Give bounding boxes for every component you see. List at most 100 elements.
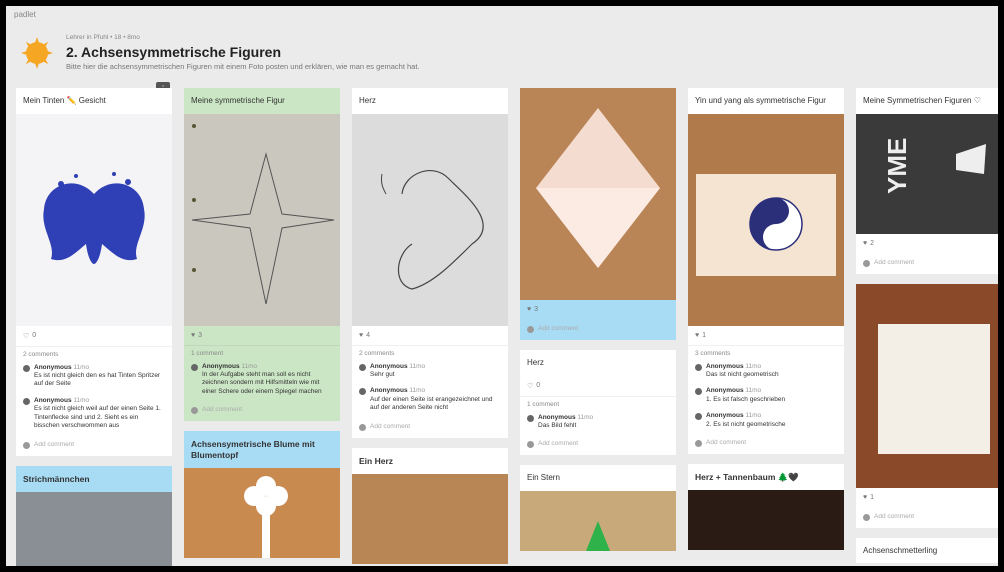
heart-icon[interactable]: ♡ (23, 332, 29, 340)
page-subtitle: Bitte hier die achsensymmetrischen Figur… (66, 62, 420, 71)
post-image[interactable]: YME (856, 113, 998, 234)
comment-time: 11mo (241, 362, 258, 370)
post-image[interactable] (184, 113, 340, 326)
board-meta: Lehrer in Pfuhl • 18 • 8mo (66, 34, 140, 41)
post-card[interactable]: ♥ 3 Add comment (520, 88, 676, 340)
comment: Anonymous 11mo Es ist nicht gleich weil a… (16, 393, 172, 435)
comment-author: Anonymous (706, 412, 744, 420)
post-image[interactable] (856, 283, 998, 488)
heart-icon[interactable]: ♥ (359, 332, 363, 339)
comment-author: Anonymous (706, 362, 744, 370)
post-card[interactable]: Herz ♡ 0 1 comment Anonymous 11mo Das Bild… (520, 350, 676, 456)
column-5: Yin und yang als symmetrische Figur ♥ 1 3… (688, 88, 844, 560)
heart-icon[interactable]: ♥ (863, 494, 867, 501)
post-image[interactable] (184, 467, 340, 558)
post-image[interactable] (688, 113, 844, 326)
comment-count: 2 comments (352, 344, 508, 359)
add-comment-field[interactable]: Add comment (352, 417, 508, 438)
avatar-icon (23, 397, 30, 405)
like-count: 1 (702, 331, 707, 339)
post-card[interactable]: Herz + Tannenbaum 🌲🖤 (688, 464, 844, 551)
add-comment-field[interactable]: Add comment (520, 319, 676, 340)
comment-count: 1 comment (520, 395, 676, 410)
add-comment-field[interactable]: Add comment (16, 435, 172, 456)
heart-icon[interactable]: ♡ (527, 382, 533, 390)
post-card[interactable]: Ein Stern (520, 465, 676, 552)
post-card[interactable]: Achsenschmetterling (856, 537, 998, 564)
svg-text:YME: YME (882, 137, 912, 193)
add-comment-label: Add comment (706, 439, 747, 447)
comment: Anonymous 11mo Es ist nicht gleich den es… (16, 360, 172, 393)
like-row[interactable]: ♥ 3 (184, 326, 340, 345)
add-comment-field[interactable]: Add comment (856, 507, 998, 528)
post-card[interactable]: Herz ♥ 4 2 comments Anonymous 11mo Sehr gu… (352, 88, 508, 438)
post-card[interactable]: Meine symmetrische Figur ♥ 3 1 comment An… (184, 88, 340, 422)
like-count: 0 (536, 382, 541, 390)
star-drawing-image (191, 123, 335, 304)
add-comment-label: Add comment (874, 258, 915, 266)
comment-count: 2 comments (16, 345, 172, 360)
comment-author: Anonymous (370, 362, 408, 370)
avatar-icon (695, 413, 702, 421)
heart-icon[interactable]: ♥ (695, 332, 699, 339)
like-row[interactable]: ♡ 0 (520, 376, 676, 396)
like-row[interactable]: ♥ 1 (688, 326, 844, 345)
comment-text: Auf der einen Seite ist erangezeichnet u… (370, 395, 493, 412)
post-image[interactable] (16, 491, 172, 566)
brand-label[interactable]: padlet (14, 10, 36, 19)
post-title: Ein Herz (359, 455, 394, 466)
avatar-icon (23, 441, 30, 449)
post-title: Ein Stern (527, 473, 560, 483)
post-image[interactable] (688, 490, 844, 551)
heart-icon[interactable]: ♥ (527, 306, 531, 313)
comment-time: 11mo (409, 362, 426, 370)
post-title: Herz + Tannenbaum 🌲🖤 (695, 472, 799, 483)
folded-paper-image (536, 108, 660, 268)
avatar-icon (527, 441, 534, 449)
add-comment-field[interactable]: Add comment (184, 400, 340, 421)
comment-count: 3 comments (688, 344, 844, 359)
post-card[interactable]: Mein Tinten ✏️ Gesicht ♡ 0 2 comments Ano… (16, 88, 172, 456)
post-image[interactable] (352, 113, 508, 326)
heart-icon[interactable]: ♥ (863, 240, 867, 247)
post-image[interactable] (16, 113, 172, 326)
avatar-icon (695, 388, 702, 396)
post-card[interactable]: ♥ 1 Add comment (856, 283, 998, 528)
like-row[interactable]: ♥ 2 (856, 234, 998, 253)
page-title: 2. Achsensymmetrische Figuren (66, 44, 282, 60)
like-row[interactable]: ♥ 4 (352, 326, 508, 345)
like-row[interactable]: ♡ 0 (16, 326, 172, 346)
post-image[interactable] (352, 473, 508, 564)
comment-time: 11mo (73, 396, 90, 404)
like-row[interactable]: ♥ 3 (520, 300, 676, 319)
post-image[interactable] (520, 88, 676, 300)
post-card[interactable]: Achsensymetrische Blume mit Blumentopf (184, 431, 340, 558)
like-row[interactable]: ♥ 1 (856, 488, 998, 507)
add-comment-field[interactable]: Add comment (688, 433, 844, 454)
column-2: Meine symmetrische Figur ♥ 3 1 comment An… (184, 88, 340, 566)
comment-time: 11mo (577, 413, 594, 421)
heart-icon[interactable]: ♥ (191, 332, 195, 339)
star-cutout-image (586, 521, 610, 552)
post-title: Mein Tinten ✏️ Gesicht (23, 96, 106, 105)
post-card[interactable]: Ein Herz (352, 447, 508, 564)
add-comment-field[interactable]: Add comment (856, 253, 998, 274)
avatar-icon (863, 513, 870, 521)
comment-author: Anonymous (538, 413, 576, 421)
post-card[interactable]: Yin und yang als symmetrische Figur ♥ 1 3… (688, 88, 844, 455)
flower-cutout-image (244, 475, 288, 558)
post-image[interactable] (520, 491, 676, 552)
avatar-icon (527, 414, 534, 422)
comment: Anonymous 11mo In der Aufgabe steht man s… (184, 359, 340, 401)
post-card[interactable]: Meine Symmetrischen Figuren ♡ YME ♥ 2 Add… (856, 88, 998, 274)
post-card[interactable]: Strichmännchen (16, 465, 172, 566)
post-title: Strichmännchen (23, 473, 90, 484)
avatar-icon (23, 364, 30, 372)
add-comment-field[interactable]: Add comment (520, 434, 676, 455)
comment-time: 11mo (73, 363, 90, 371)
padlet-board: padlet Lehrer in Pfuhl • 18 • 8mo 2. Ach… (6, 6, 998, 566)
comment-time: 11mo (745, 362, 762, 370)
comment-time: 11mo (409, 387, 426, 395)
comment: Anonymous 11mo 2. Es ist nicht geometrisc… (688, 408, 844, 433)
add-comment-label: Add comment (538, 440, 579, 448)
